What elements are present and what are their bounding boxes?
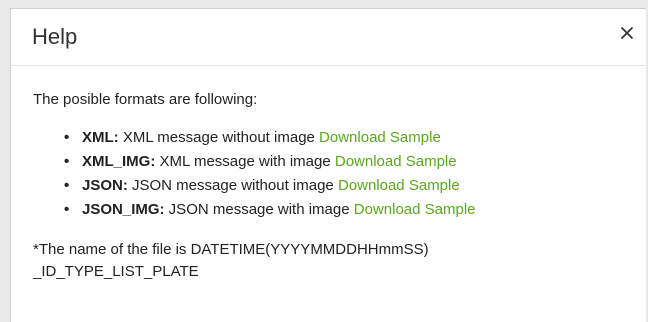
note-line-2: _ID_TYPE_LIST_PLATE <box>33 263 199 280</box>
format-list: • XML: XML message without image Download… <box>33 126 646 222</box>
intro-text: The posible formats are following: <box>33 91 258 108</box>
help-dialog: Help The posible formats are following: … <box>10 8 646 322</box>
close-button[interactable] <box>615 21 639 45</box>
download-sample-link-json[interactable]: Download Sample <box>338 177 460 194</box>
format-description: JSON message without image <box>127 177 338 194</box>
dialog-header: Help <box>11 9 646 66</box>
download-sample-link-xml[interactable]: Download Sample <box>319 129 441 146</box>
download-sample-link-xml-img[interactable]: Download Sample <box>335 153 457 170</box>
format-name: JSON_IMG: <box>82 201 165 218</box>
list-item-json-img: • JSON_IMG: JSON message with image Downl… <box>64 198 646 222</box>
close-icon <box>620 26 634 40</box>
list-item-xml-img: • XML_IMG: XML message with image Downloa… <box>64 150 646 174</box>
format-name: XML: <box>82 129 119 146</box>
bullet: • <box>64 153 70 170</box>
list-item-xml: • XML: XML message without image Download… <box>64 126 646 150</box>
filename-note: *The name of the file is DATETIME(YYYYMM… <box>33 239 646 283</box>
list-item-json: • JSON: JSON message without image Downlo… <box>64 174 646 198</box>
format-description: XML message with image <box>155 153 335 170</box>
format-name: XML_IMG: <box>82 153 156 170</box>
format-description: XML message without image <box>118 129 320 146</box>
bullet: • <box>64 177 70 194</box>
download-sample-link-json-img[interactable]: Download Sample <box>354 201 476 218</box>
dialog-body: The posible formats are following: • XML:… <box>11 66 646 283</box>
dialog-title: Help <box>32 24 78 49</box>
format-description: JSON message with image <box>164 201 354 218</box>
note-line-1: *The name of the file is DATETIME(YYYYMM… <box>33 241 429 258</box>
bullet: • <box>64 129 70 146</box>
bullet: • <box>64 201 70 218</box>
format-name: JSON: <box>82 177 128 194</box>
